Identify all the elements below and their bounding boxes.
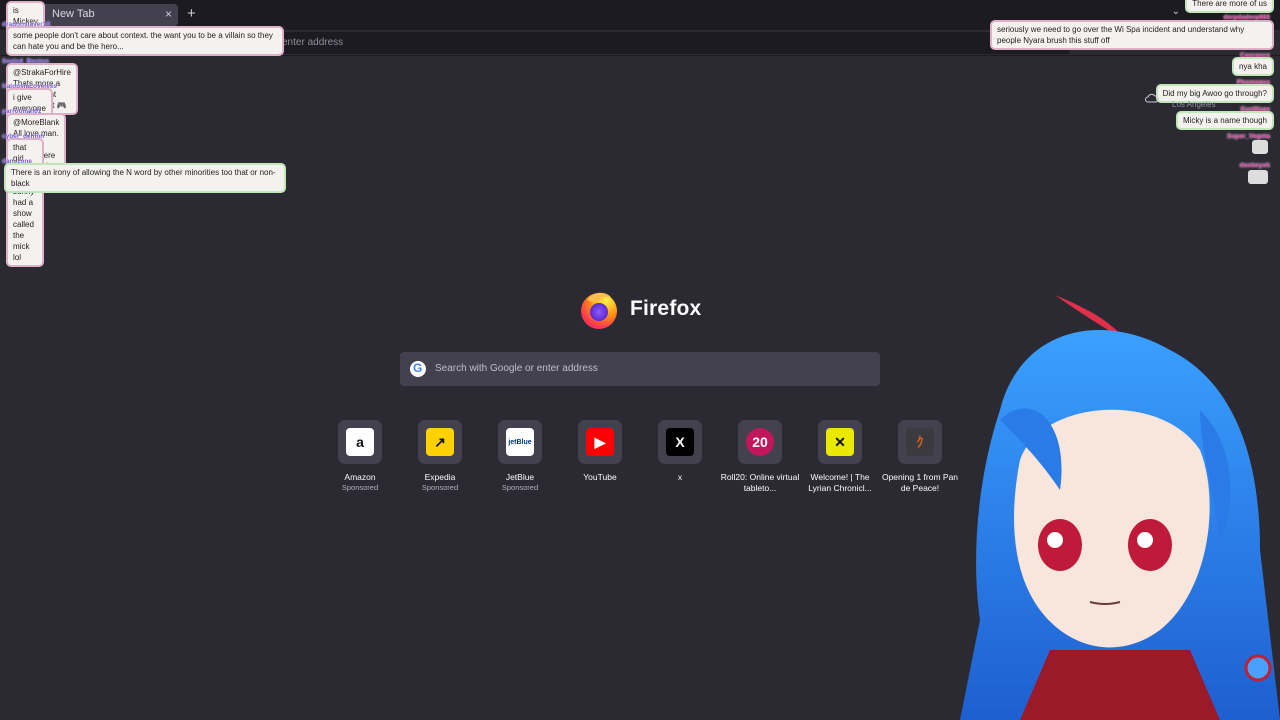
shortcut-icon-frame: jetBlue	[498, 420, 542, 464]
shortcut-tile[interactable]: jetBlue JetBlue Sponsored	[480, 420, 560, 494]
chat-message: There are more of us	[1185, 0, 1274, 13]
x-icon: X	[666, 428, 694, 456]
expedia-icon: ↗	[426, 428, 454, 456]
shortcut-label: YouTube	[583, 472, 617, 482]
shortcut-tile[interactable]: a Amazon Sponsored	[320, 420, 400, 494]
chat-message: nya kha	[1231, 57, 1274, 76]
chevron-down-icon[interactable]: ⌄	[1172, 6, 1180, 17]
shortcut-label: Expedia	[424, 472, 456, 482]
shortcut-icon-frame: X	[658, 420, 702, 464]
emote-icon	[1248, 170, 1268, 184]
address-bar[interactable]: enter address	[270, 32, 1070, 54]
shortcut-label: Amazon	[344, 472, 376, 482]
shortcut-tile[interactable]: ｸ Opening 1 from Pan de Peace!	[880, 420, 960, 494]
emote-icon	[1252, 140, 1268, 154]
shortcut-label: Roll20: Online virtual tableto...	[720, 472, 800, 493]
chat-message: seriously we need to go over the Wi Spa …	[990, 20, 1274, 50]
youtube-icon: ▶	[586, 428, 614, 456]
shortcut-icon-frame: ｸ	[898, 420, 942, 464]
top-sites: a Amazon Sponsored ↗ Expedia Sponsored jetBlue…	[320, 420, 960, 494]
chat-username: Super_Vegeta	[1227, 133, 1270, 140]
shortcut-icon-frame: ↗	[418, 420, 462, 464]
shortcut-label: x	[677, 472, 683, 482]
jetblue-icon: jetBlue	[506, 428, 534, 456]
shortcut-tile[interactable]: Xx	[640, 420, 720, 494]
shortcut-icon-frame: a	[338, 420, 382, 464]
amazon-icon: a	[346, 428, 374, 456]
shortcut-icon-frame: 20	[738, 420, 782, 464]
weather-location: Los Angeles	[1172, 100, 1216, 109]
close-tab-icon[interactable]: ×	[165, 7, 172, 21]
google-icon: G	[410, 361, 426, 377]
pandepeace-icon: ｸ	[906, 428, 934, 456]
firefox-branding: Firefox	[578, 288, 701, 330]
tab-title: New Tab	[52, 8, 95, 20]
shortcut-tile[interactable]: 20 Roll20: Online virtual tableto...	[720, 420, 800, 494]
shortcut-tile[interactable]: ▶ YouTube	[560, 420, 640, 494]
chat-message: some people don't care about context. th…	[6, 26, 284, 56]
shortcut-tile[interactable]: ✕ Welcome! | The Lyrian Chronicl...	[800, 420, 880, 494]
new-tab-button[interactable]: +	[187, 5, 196, 22]
chat-message: Micky is a name though	[1175, 111, 1274, 130]
sponsored-label: Sponsored	[341, 483, 379, 492]
sponsored-label: Sponsored	[421, 483, 459, 492]
roll20-icon: 20	[746, 428, 774, 456]
shortcut-label: Welcome! | The Lyrian Chronicl...	[808, 472, 872, 493]
shortcut-label: Opening 1 from Pan de Peace!	[881, 472, 959, 493]
chat-message: There is an irony of allowing the N word…	[4, 163, 286, 193]
cloud-icon	[1145, 93, 1159, 103]
shortcut-tile[interactable]: ↗ Expedia Sponsored	[400, 420, 480, 494]
search-placeholder: Search with Google or enter address	[435, 363, 598, 374]
firefox-wordmark: Firefox	[630, 297, 702, 320]
chat-username: donkeyok	[1239, 162, 1270, 169]
search-input[interactable]: G Search with Google or enter address	[400, 352, 880, 386]
shortcut-icon-frame: ▶	[578, 420, 622, 464]
shortcut-label: JetBlue	[505, 472, 535, 482]
firefox-logo-icon	[581, 292, 617, 329]
sponsored-label: Sponsored	[501, 483, 539, 492]
vtuber-avatar	[960, 295, 1280, 720]
lyrian-icon: ✕	[826, 428, 854, 456]
address-placeholder: enter address	[282, 37, 344, 48]
shortcut-icon-frame: ✕	[818, 420, 862, 464]
